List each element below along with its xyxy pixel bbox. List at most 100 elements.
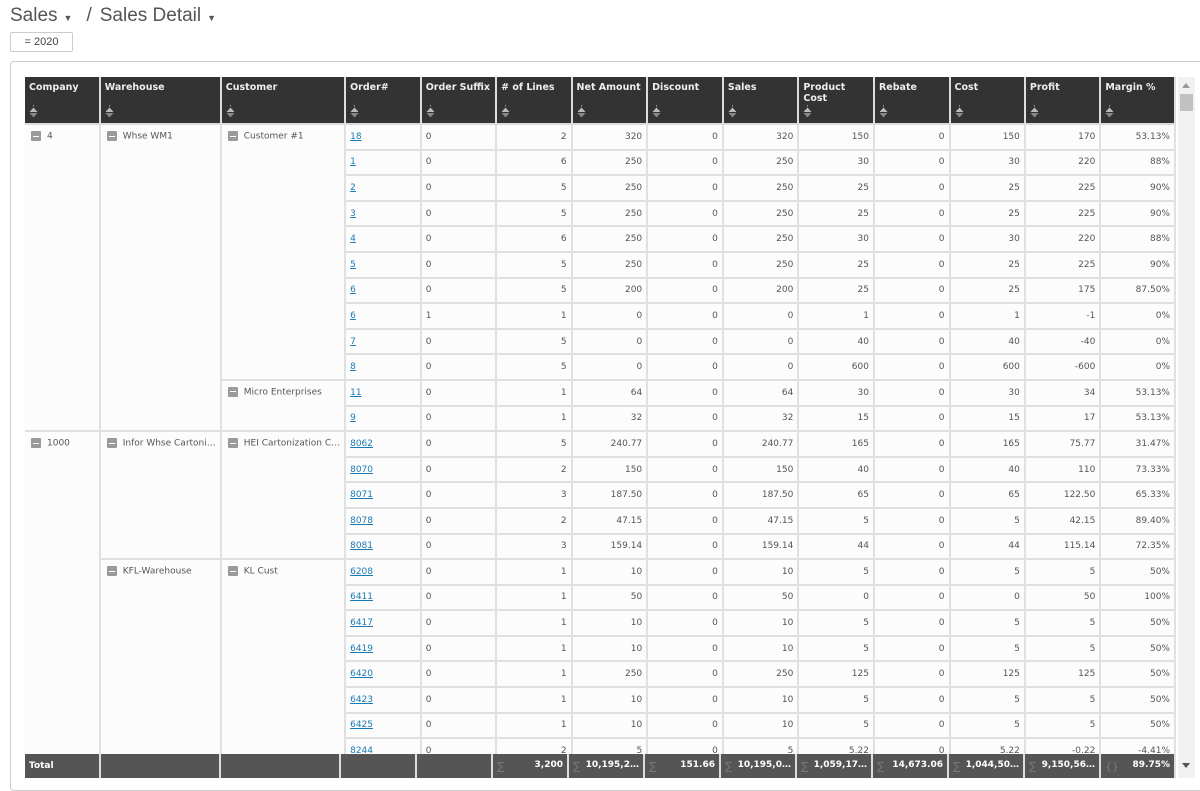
table-row: KFL-Warehouse KL Cust 6208 0 1 10 0 10 5 0 5 5 50% (25, 560, 1176, 765)
cell-product-cost: 5 (799, 560, 875, 586)
order-link[interactable]: 1 (350, 157, 356, 167)
cell-discount: 0 (648, 636, 724, 663)
collapse-icon[interactable] (106, 438, 117, 449)
sort-icon[interactable] (577, 105, 586, 119)
cell-sales: 150 (723, 457, 800, 484)
order-link[interactable]: 8081 (350, 541, 373, 551)
order-link[interactable]: 7 (350, 337, 356, 347)
sort-icon[interactable] (226, 105, 235, 119)
column-header-cost[interactable]: Cost (950, 77, 1026, 125)
sort-icon[interactable] (29, 105, 38, 119)
cell-order-suffix: 0 (421, 125, 498, 151)
order-link[interactable]: 6417 (350, 618, 373, 628)
cell-cost: 0 (950, 585, 1026, 612)
order-link[interactable]: 6420 (350, 669, 373, 679)
collapse-icon[interactable] (106, 131, 117, 141)
column-header-margin[interactable]: Margin % (1101, 77, 1176, 125)
warehouse-cell: Infor Whse Cartoni… (100, 432, 222, 561)
cell-discount: 0 (648, 355, 724, 381)
order-link[interactable]: 8071 (350, 490, 373, 500)
order-link[interactable]: 6 (350, 285, 356, 295)
cell-sales: 10 (723, 713, 800, 740)
scroll-thumb[interactable] (1180, 94, 1193, 111)
customer-cell: KL Cust (221, 560, 347, 765)
collapse-icon[interactable] (227, 438, 238, 449)
sort-icon[interactable] (350, 105, 359, 119)
column-header-rebate[interactable]: Rebate (874, 77, 951, 125)
column-header-product-cost[interactable]: Product Cost (799, 77, 875, 125)
sort-icon[interactable] (728, 105, 737, 119)
column-header-net-amount[interactable]: Net Amount (572, 77, 649, 125)
order-link[interactable]: 6 (350, 311, 356, 321)
order-link[interactable]: 6208 (350, 567, 373, 577)
cell-product-cost: 150 (799, 125, 875, 151)
column-header-order-suffix[interactable]: Order Suffix (421, 77, 498, 125)
sort-icon[interactable] (955, 105, 964, 119)
order-link[interactable]: 6411 (350, 592, 373, 602)
collapse-icon[interactable] (227, 386, 238, 397)
breadcrumb-sales-detail[interactable]: Sales Detail ▼ (100, 5, 216, 27)
cell-order-suffix: 0 (421, 355, 498, 381)
scroll-down-icon[interactable] (1182, 763, 1190, 768)
sort-icon[interactable] (652, 105, 661, 119)
column-header-sales[interactable]: Sales (723, 77, 800, 125)
cell-cost: 30 (950, 380, 1026, 407)
order-link[interactable]: 18 (350, 132, 361, 142)
cell-margin: 53.13% (1101, 406, 1176, 433)
cell-net-amount: 250 (572, 150, 649, 177)
column-header-label: Warehouse (104, 82, 165, 93)
sort-icon[interactable] (879, 105, 888, 119)
collapse-icon[interactable] (31, 131, 41, 141)
column-header-warehouse[interactable]: Warehouse (100, 77, 222, 125)
year-filter-chip[interactable]: = 2020 (10, 32, 73, 52)
column-header-of-lines[interactable]: # of Lines (497, 77, 573, 125)
order-link[interactable]: 6425 (350, 720, 373, 730)
scroll-up-icon[interactable] (1182, 83, 1190, 88)
collapse-icon[interactable] (227, 131, 238, 141)
order-link[interactable]: 11 (350, 388, 361, 398)
column-header-customer[interactable]: Customer (221, 77, 347, 125)
sum-icon: ∑ (649, 759, 657, 773)
cell-sales: 64 (723, 380, 800, 407)
cell-product-cost: 40 (799, 457, 875, 484)
breadcrumb-sales[interactable]: Sales ▼ (10, 5, 72, 27)
cell-order-suffix: 0 (421, 176, 498, 202)
collapse-icon[interactable] (227, 566, 238, 577)
sort-icon[interactable] (1030, 105, 1039, 119)
sort-icon[interactable] (426, 105, 435, 119)
cell-product-cost: 600 (799, 355, 875, 381)
column-header-discount[interactable]: Discount (648, 77, 724, 125)
cell-margin: 89.40% (1101, 508, 1176, 535)
cell-product-cost: 25 (799, 278, 875, 305)
order-link[interactable]: 8 (350, 362, 356, 372)
cell-net-amount: 0 (572, 329, 649, 356)
collapse-icon[interactable] (31, 438, 41, 449)
cell-of-lines: 3 (497, 483, 573, 509)
order-link[interactable]: 4 (350, 234, 356, 244)
sort-icon[interactable] (501, 105, 510, 119)
order-link[interactable]: 6423 (350, 695, 373, 705)
order-link[interactable]: 3 (350, 209, 356, 219)
vertical-scrollbar[interactable] (1178, 77, 1195, 778)
order-number-cell: 8 (346, 355, 422, 381)
sort-icon[interactable] (1105, 105, 1114, 119)
order-link[interactable]: 8062 (350, 439, 373, 449)
column-header-company[interactable]: Company (25, 77, 101, 125)
cell-product-cost: 5 (799, 688, 875, 714)
sort-icon[interactable] (803, 105, 812, 119)
column-header-order[interactable]: Order# (346, 77, 422, 125)
collapse-icon[interactable] (106, 566, 117, 577)
column-header-profit[interactable]: Profit (1025, 77, 1102, 125)
cell-product-cost: 5 (799, 508, 875, 535)
order-link[interactable]: 5 (350, 260, 356, 270)
cell-rebate: 0 (874, 227, 951, 253)
sort-icon[interactable] (105, 105, 114, 119)
company-cell-label: 4 (47, 131, 53, 142)
order-link[interactable]: 8078 (350, 516, 373, 526)
order-link[interactable]: 8070 (350, 465, 373, 475)
cell-order-suffix: 0 (421, 585, 498, 612)
order-link[interactable]: 9 (350, 413, 356, 423)
order-link[interactable]: 2 (350, 183, 356, 193)
order-link[interactable]: 6419 (350, 644, 373, 654)
customer-cell: Customer #1 (221, 125, 347, 381)
